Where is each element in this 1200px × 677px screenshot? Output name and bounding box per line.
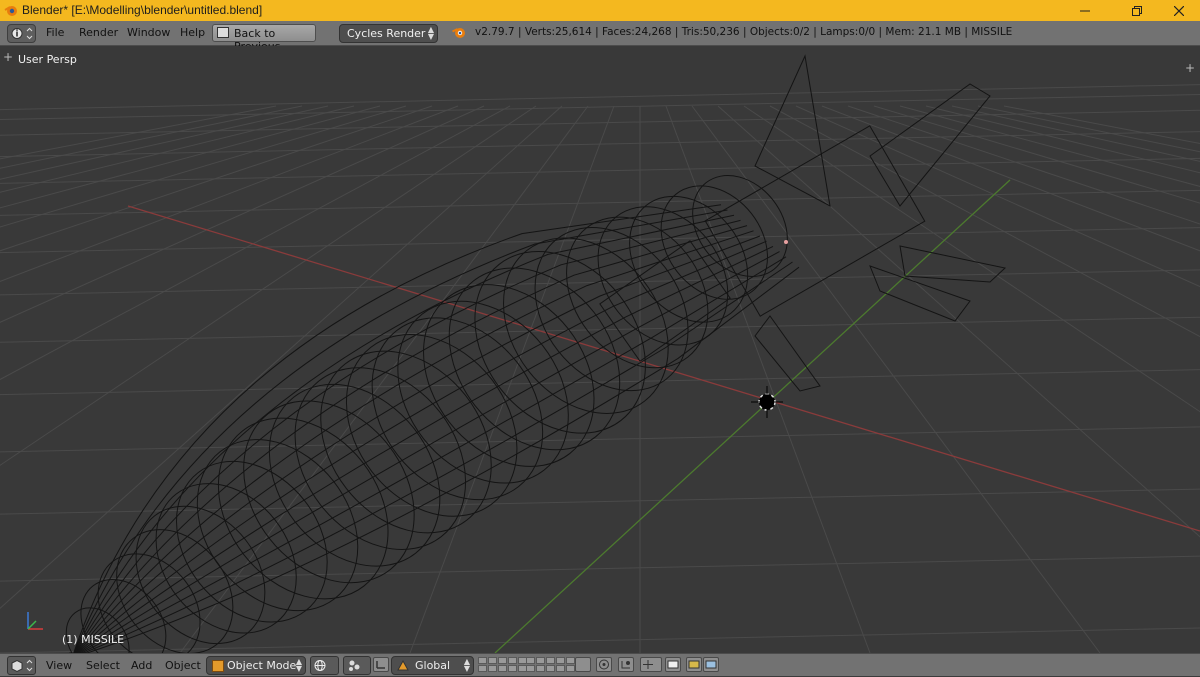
render-engine-value: Cycles Render [347, 27, 426, 40]
editor-type-button[interactable] [7, 24, 36, 43]
object-origin-icon [784, 240, 788, 244]
select-arrows-icon: ▲ ▼ [295, 657, 302, 673]
manipulator-icon [376, 661, 385, 669]
snap-element-icon [643, 660, 653, 669]
restore-icon [1132, 5, 1142, 16]
menu-file[interactable]: File [46, 26, 64, 39]
opengl-animation-icon [705, 660, 717, 669]
menu-view[interactable]: View [46, 659, 72, 672]
blender-logo-icon [452, 28, 465, 38]
select-arrows-icon: ▲ ▼ [427, 25, 434, 41]
orientation-icon [397, 659, 409, 671]
active-object-label: (1) MISSILE [62, 633, 125, 646]
properties-toggle-icon[interactable]: + [1185, 62, 1197, 74]
pivot-icon [349, 660, 360, 671]
viewport-shading-select[interactable] [310, 656, 339, 675]
back-to-previous-button[interactable]: Back to Previous [212, 24, 316, 53]
x-axis-line [127, 205, 1200, 532]
viewport-scene [0, 54, 1200, 653]
menu-window[interactable]: Window [127, 26, 170, 39]
object-mode-icon [212, 660, 224, 672]
render-button[interactable] [665, 657, 681, 672]
snap-icon [621, 661, 630, 669]
transform-orientation-select[interactable]: Global ▲ ▼ [391, 656, 474, 675]
layers-group-1[interactable] [478, 657, 527, 672]
viewport-grid [0, 84, 1200, 653]
close-icon [1174, 5, 1184, 16]
info-editor-icon [11, 27, 33, 40]
menu-render[interactable]: Render [79, 26, 118, 39]
viewport-shading-icon [314, 660, 326, 671]
view3d-editor-icon [11, 659, 33, 673]
minimize-button[interactable] [1062, 0, 1108, 21]
window-titlebar: Blender* [E:\Modelling\blender\untitled.… [0, 0, 1200, 21]
lock-layers-button[interactable] [575, 657, 591, 672]
layers-group-2[interactable] [526, 657, 575, 672]
blender-icon [4, 6, 17, 16]
axis-gizmo-icon [27, 612, 43, 630]
menu-help[interactable]: Help [180, 26, 205, 39]
menu-object[interactable]: Object [165, 659, 201, 672]
scene-statistics: v2.79.7 | Verts:25,614 | Faces:24,268 | … [475, 26, 1013, 38]
close-button[interactable] [1156, 0, 1200, 21]
manipulator-toggle[interactable] [373, 657, 389, 672]
proportional-edit-icon [599, 659, 609, 670]
view3d-header: View Select Add Object Object Mode ▲ ▼ Gl… [0, 653, 1200, 676]
render-engine-select[interactable]: Cycles Render ▲ ▼ [339, 24, 438, 43]
select-arrows-icon: ▲ ▼ [463, 657, 470, 673]
snap-button[interactable] [618, 657, 634, 672]
menu-add[interactable]: Add [131, 659, 152, 672]
transform-orientation-value: Global [415, 659, 451, 672]
proportional-edit-button[interactable] [596, 657, 612, 672]
back-icon [217, 27, 229, 38]
restore-button[interactable] [1114, 0, 1160, 21]
interaction-mode-select[interactable]: Object Mode ▲ ▼ [206, 656, 306, 675]
interaction-mode-value: Object Mode [227, 659, 297, 672]
view-name: User Persp [18, 53, 77, 66]
info-header: File Render Window Help Back to Previous… [0, 21, 1200, 53]
opengl-render-button[interactable] [686, 657, 702, 672]
snap-element-select[interactable] [640, 657, 662, 672]
region-expand-icon[interactable]: + [3, 51, 15, 63]
pivot-point-select[interactable] [343, 656, 371, 675]
editor-type-button[interactable] [7, 656, 36, 675]
render-icon [667, 660, 679, 669]
y-axis-line [494, 179, 1011, 653]
menu-select[interactable]: Select [86, 659, 120, 672]
window-title: Blender* [E:\Modelling\blender\untitled.… [22, 3, 263, 17]
opengl-animation-button[interactable] [703, 657, 719, 672]
minimize-icon [1080, 10, 1090, 11]
3d-viewport[interactable]: + + User Persp (1) MISSILE [0, 46, 1200, 653]
opengl-render-icon [688, 660, 700, 669]
